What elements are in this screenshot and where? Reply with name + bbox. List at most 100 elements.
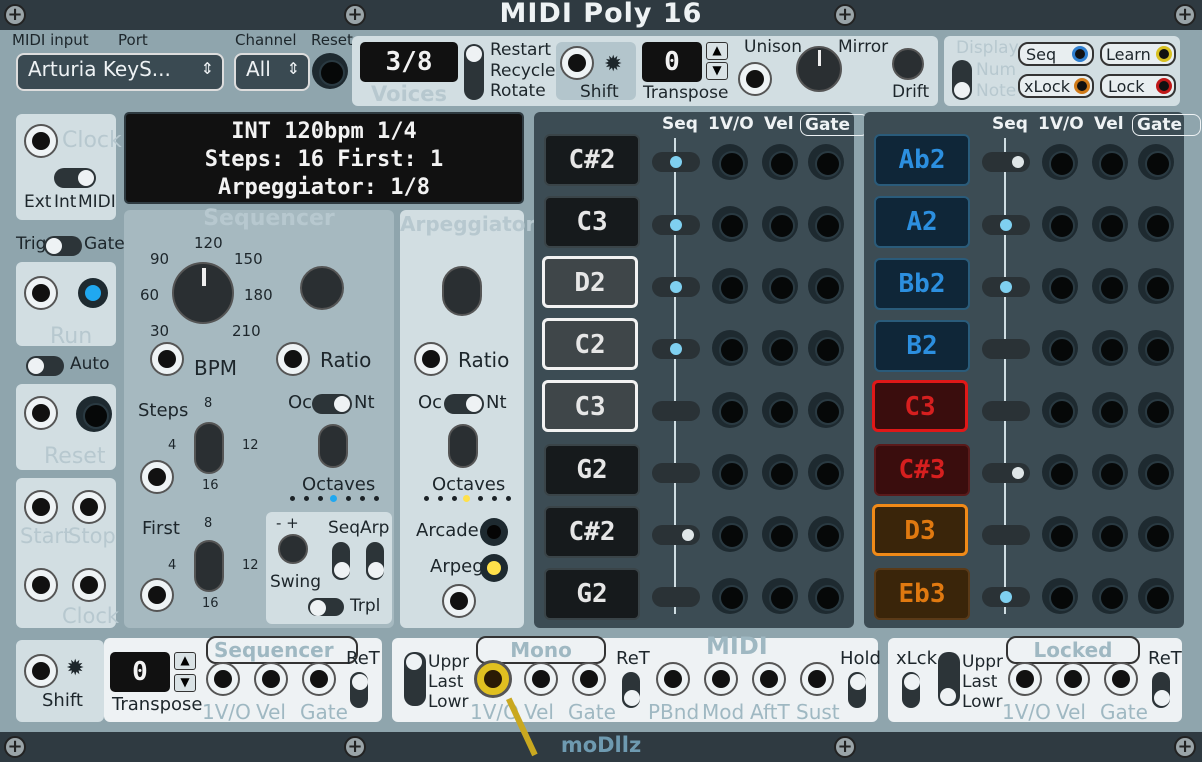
trig-gate-switch[interactable] bbox=[44, 236, 82, 256]
seq-ret-switch[interactable] bbox=[350, 672, 368, 708]
arp-octaves-knob[interactable] bbox=[448, 424, 478, 468]
voice-note-10[interactable]: A2 bbox=[874, 196, 970, 248]
first-input-jack[interactable] bbox=[140, 578, 174, 612]
voice-gate-jack[interactable] bbox=[1138, 268, 1174, 304]
voice-1v-jack[interactable] bbox=[712, 516, 748, 552]
steps-input-jack[interactable] bbox=[140, 460, 174, 494]
run-input-jack[interactable] bbox=[24, 276, 58, 310]
bottom-shift-jack[interactable] bbox=[24, 654, 58, 688]
voice-gate-jack[interactable] bbox=[808, 516, 844, 552]
pbnd-output-jack[interactable] bbox=[656, 662, 690, 696]
seq-slot[interactable] bbox=[652, 401, 700, 421]
arpeg-button[interactable] bbox=[480, 554, 508, 582]
voice-gate-jack[interactable] bbox=[1138, 392, 1174, 428]
voice-1v-jack[interactable] bbox=[712, 206, 748, 242]
voice-1v-jack[interactable] bbox=[1042, 516, 1078, 552]
unison-input-jack[interactable] bbox=[738, 62, 772, 96]
swing-knob[interactable] bbox=[278, 534, 308, 564]
auto-switch[interactable] bbox=[26, 356, 64, 376]
shift-input-jack[interactable] bbox=[560, 46, 594, 80]
seq-oc-nt-switch[interactable] bbox=[312, 394, 352, 414]
voice-vel-jack[interactable] bbox=[762, 144, 798, 180]
seq-ratio-input-jack[interactable] bbox=[276, 342, 310, 376]
clock-source-switch[interactable] bbox=[54, 168, 96, 188]
mono-1v-output-jack[interactable] bbox=[474, 660, 512, 698]
hold-switch[interactable] bbox=[848, 672, 866, 708]
arp-ratio-input-jack[interactable] bbox=[414, 342, 448, 376]
reset-input-jack[interactable] bbox=[312, 53, 348, 89]
bpm-knob[interactable] bbox=[172, 262, 234, 324]
mono-priority-switch[interactable] bbox=[404, 652, 426, 706]
seq-octaves-knob[interactable] bbox=[318, 424, 348, 468]
voice-vel-jack[interactable] bbox=[1092, 454, 1128, 490]
seq-display-button[interactable]: Seq bbox=[1018, 42, 1094, 66]
locked-title[interactable]: Locked bbox=[1006, 636, 1140, 664]
gear-icon[interactable]: ✹ bbox=[604, 52, 622, 77]
arp-ratio-knob[interactable] bbox=[442, 266, 482, 316]
seq-slot[interactable] bbox=[652, 463, 700, 483]
seq-slot[interactable] bbox=[652, 525, 700, 545]
transpose-up-button[interactable]: ▲ bbox=[706, 42, 728, 60]
xlock-button[interactable]: xLock bbox=[1018, 74, 1094, 98]
voice-note-3[interactable]: D2 bbox=[542, 256, 638, 308]
voice-vel-jack[interactable] bbox=[762, 578, 798, 614]
voice-1v-jack[interactable] bbox=[712, 392, 748, 428]
seq-slot[interactable] bbox=[652, 277, 700, 297]
arp-oc-nt-switch[interactable] bbox=[444, 394, 484, 414]
voice-1v-jack[interactable] bbox=[1042, 330, 1078, 366]
seq-slot[interactable] bbox=[982, 152, 1030, 172]
voice-note-6[interactable]: G2 bbox=[544, 444, 640, 496]
voice-gate-jack[interactable] bbox=[808, 206, 844, 242]
voice-1v-jack[interactable] bbox=[1042, 144, 1078, 180]
reset-clock-input-jack[interactable] bbox=[24, 396, 58, 430]
voice-1v-jack[interactable] bbox=[1042, 392, 1078, 428]
clock-out-jack-2[interactable] bbox=[72, 568, 106, 602]
voice-gate-jack[interactable] bbox=[808, 392, 844, 428]
voice-gate-jack[interactable] bbox=[808, 330, 844, 366]
port-select[interactable]: Arturia KeyS... ⇕ bbox=[16, 53, 224, 91]
seq-ratio-knob[interactable] bbox=[300, 266, 344, 310]
seq-slot[interactable] bbox=[982, 339, 1030, 359]
stop-output-jack[interactable] bbox=[72, 490, 106, 524]
voice-vel-jack[interactable] bbox=[1092, 144, 1128, 180]
locked-ret-switch[interactable] bbox=[1152, 672, 1170, 708]
transpose-down-button[interactable]: ▼ bbox=[706, 62, 728, 80]
clock-out-jack-1[interactable] bbox=[24, 568, 58, 602]
mono-gate-output-jack[interactable] bbox=[572, 662, 606, 696]
learn-button[interactable]: Learn bbox=[1100, 42, 1176, 66]
seq-slot[interactable] bbox=[982, 587, 1030, 607]
voice-vel-jack[interactable] bbox=[762, 206, 798, 242]
voice-vel-jack[interactable] bbox=[762, 268, 798, 304]
voice-1v-jack[interactable] bbox=[712, 268, 748, 304]
aftertouch-output-jack[interactable] bbox=[752, 662, 786, 696]
voice-1v-jack[interactable] bbox=[1042, 206, 1078, 242]
voice-1v-jack[interactable] bbox=[1042, 268, 1078, 304]
voice-vel-jack[interactable] bbox=[1092, 578, 1128, 614]
voice-gate-jack[interactable] bbox=[1138, 454, 1174, 490]
voice-vel-jack[interactable] bbox=[762, 330, 798, 366]
start-output-jack[interactable] bbox=[24, 490, 58, 524]
voice-note-5[interactable]: C3 bbox=[542, 380, 638, 432]
voice-1v-jack[interactable] bbox=[712, 330, 748, 366]
voice-gate-jack[interactable] bbox=[808, 144, 844, 180]
voice-gate-jack[interactable] bbox=[1138, 206, 1174, 242]
seq-slot[interactable] bbox=[982, 277, 1030, 297]
swing-seq-switch[interactable] bbox=[332, 542, 350, 580]
voice-1v-jack[interactable] bbox=[1042, 454, 1078, 490]
channel-select[interactable]: All ⇕ bbox=[234, 53, 310, 91]
seq-slot[interactable] bbox=[982, 401, 1030, 421]
voice-gate-jack[interactable] bbox=[808, 268, 844, 304]
locked-gate-output-jack[interactable] bbox=[1104, 662, 1138, 696]
seq-slot[interactable] bbox=[982, 215, 1030, 235]
voice-note-12[interactable]: B2 bbox=[874, 320, 970, 372]
lock-button[interactable]: Lock bbox=[1100, 74, 1176, 98]
first-knob[interactable] bbox=[194, 540, 224, 592]
voice-vel-jack[interactable] bbox=[1092, 268, 1128, 304]
mod-output-jack[interactable] bbox=[704, 662, 738, 696]
xlck-switch[interactable] bbox=[902, 672, 920, 708]
mono-vel-output-jack[interactable] bbox=[524, 662, 558, 696]
voice-note-8[interactable]: G2 bbox=[544, 568, 640, 620]
seq-gate-output-jack[interactable] bbox=[302, 662, 336, 696]
unison-knob[interactable] bbox=[796, 46, 842, 92]
mono-ret-switch[interactable] bbox=[622, 672, 640, 708]
